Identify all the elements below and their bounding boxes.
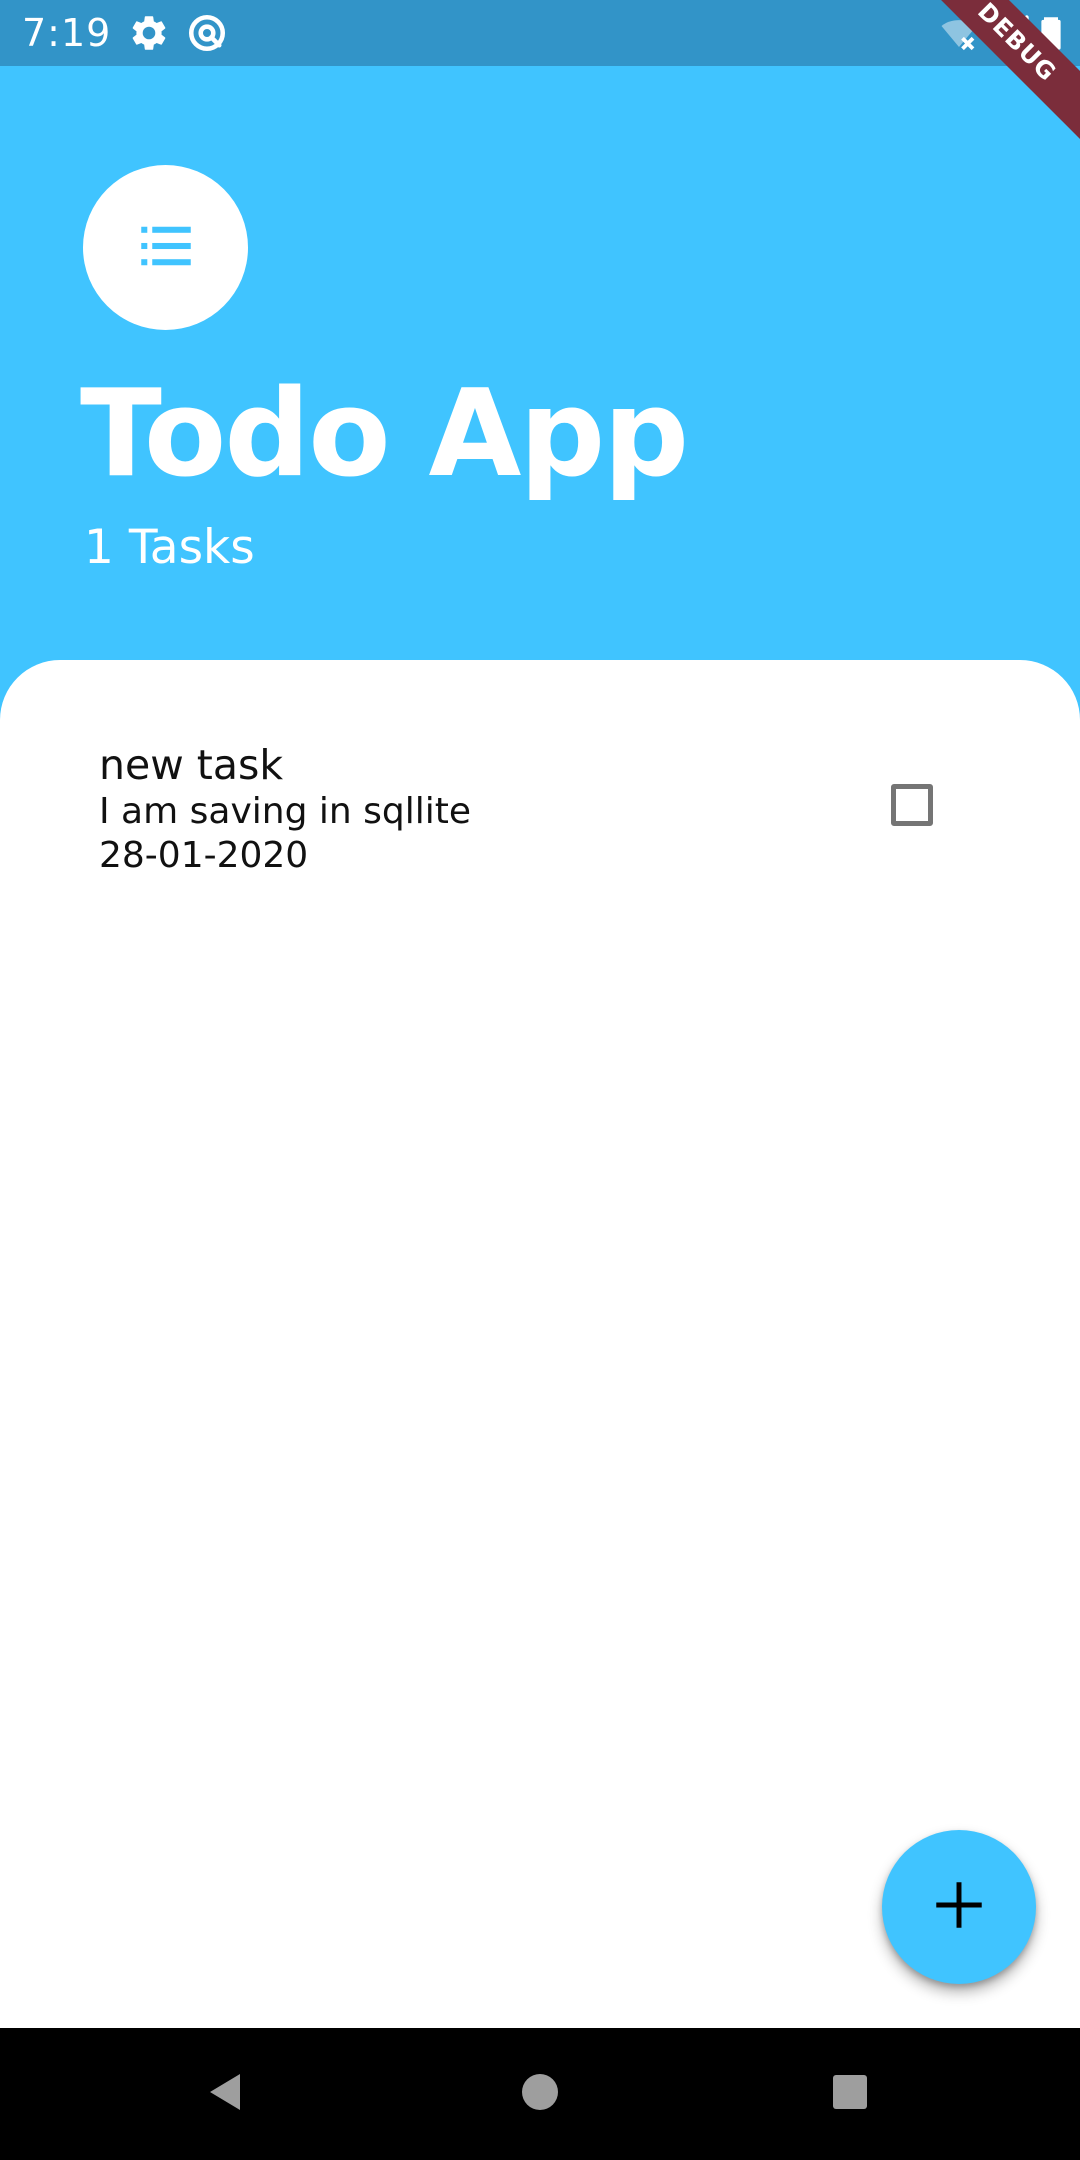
recents-icon (826, 2068, 874, 2120)
navigation-bar (0, 2028, 1080, 2160)
back-icon (202, 2068, 250, 2120)
add-icon (932, 1878, 986, 1936)
task-description: I am saving in sqllite (99, 791, 472, 832)
home-icon (516, 2068, 564, 2120)
task-date: 28-01-2020 (99, 835, 309, 876)
back-button[interactable] (196, 2064, 256, 2124)
app-title: Todo App (80, 365, 689, 504)
task-count: 1 Tasks (84, 520, 255, 575)
status-time: 7:19 (22, 11, 112, 55)
sync-icon (186, 12, 228, 54)
recents-button[interactable] (820, 2064, 880, 2124)
task-list-item[interactable]: new task I am saving in sqllite 28-01-20… (0, 740, 1080, 880)
home-button[interactable] (510, 2064, 570, 2124)
task-title: new task (99, 741, 284, 789)
list-icon (133, 213, 199, 283)
settings-icon (128, 12, 170, 54)
task-checkbox[interactable] (891, 784, 933, 826)
app-screen: 7:19 DEBUG Todo App 1 Tasks new task I a… (0, 0, 1080, 2160)
header-avatar (83, 165, 248, 330)
task-list-panel: new task I am saving in sqllite 28-01-20… (0, 660, 1080, 2028)
status-bar: 7:19 DEBUG (0, 0, 1080, 141)
add-task-button[interactable] (882, 1830, 1036, 1984)
